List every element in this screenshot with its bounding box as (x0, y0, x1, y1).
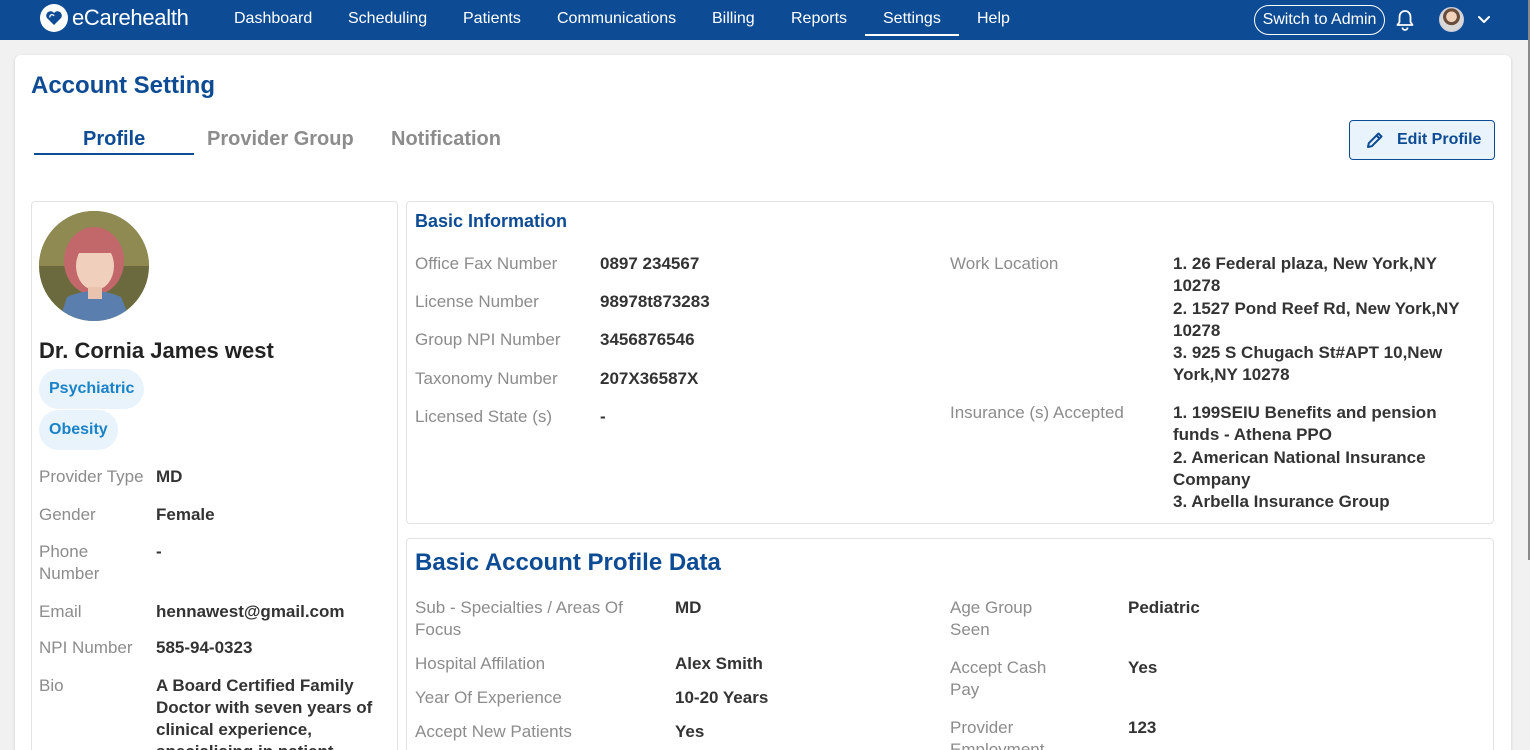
provider-employment-label: Provider Employment (950, 718, 1045, 750)
licensed-state-label: Licensed State (s) (415, 407, 553, 426)
hospital-affiliation-value: Alex Smith (675, 654, 763, 673)
provider-employment-value: 123 (1128, 718, 1157, 737)
nav-scheduling[interactable]: Scheduling (348, 0, 427, 40)
insurance-label: Insurance (s) Accepted (950, 403, 1124, 422)
age-group-value: Pediatric (1128, 598, 1200, 617)
basic-information-title: Basic Information (415, 211, 568, 231)
license-number-value: 98978t873283 (600, 292, 710, 311)
tab-provider-group[interactable]: Provider Group (207, 128, 354, 151)
sub-specialties-label: Sub - Specialties / Areas Of Focus (415, 598, 623, 639)
email-value: hennawest@gmail.com (156, 602, 345, 621)
bio-label: Bio (39, 676, 64, 695)
profile-photo (39, 211, 149, 321)
office-fax-label: Office Fax Number (415, 254, 558, 273)
npi-value: 585-94-0323 (156, 638, 253, 657)
nav-active-indicator (865, 34, 959, 36)
licensed-state-value: - (600, 407, 606, 426)
pencil-icon (1367, 132, 1383, 148)
work-location-label: Work Location (950, 254, 1059, 273)
provider-type-label: Provider Type (39, 467, 144, 486)
office-fax-value: 0897 234567 (600, 254, 700, 273)
experience-label: Year Of Experience (415, 688, 562, 707)
taxonomy-label: Taxonomy Number (415, 369, 558, 388)
provider-name: Dr. Cornia James west (39, 338, 274, 363)
specialty-chip-obesity: Obesity (39, 410, 118, 450)
phone-label: Phone Number (39, 542, 100, 583)
account-profile-title: Basic Account Profile Data (415, 549, 721, 576)
age-group-label: Age Group Seen (950, 598, 1033, 639)
nav-reports[interactable]: Reports (791, 0, 847, 40)
nav-billing[interactable]: Billing (712, 0, 755, 40)
provider-type-value: MD (156, 467, 183, 486)
tab-active-indicator (34, 153, 194, 155)
accept-cash-value: Yes (1128, 658, 1158, 677)
chevron-down-icon[interactable] (1476, 11, 1492, 27)
edit-profile-label: Edit Profile (1397, 131, 1482, 148)
accept-cash-label: Accept Cash Pay (950, 658, 1047, 699)
nav-communications[interactable]: Communications (557, 0, 676, 40)
group-npi-value: 3456876546 (600, 330, 695, 349)
page-title: Account Setting (31, 72, 215, 99)
accept-new-patients-value: Yes (675, 722, 705, 741)
license-number-label: License Number (415, 292, 539, 311)
work-location-value: 1. 26 Federal plaza, New York,NY 10278 2… (1173, 254, 1460, 385)
switch-to-admin-button[interactable]: Switch to Admin (1254, 5, 1385, 35)
group-npi-label: Group NPI Number (415, 330, 561, 349)
npi-label: NPI Number (39, 638, 133, 657)
hospital-affiliation-label: Hospital Affilation (415, 654, 546, 673)
phone-value: - (156, 542, 162, 561)
accept-new-patients-label: Accept New Patients (415, 722, 572, 741)
user-avatar[interactable] (1439, 7, 1464, 32)
experience-value: 10-20 Years (675, 688, 769, 707)
specialty-chip-psychiatric: Psychiatric (39, 369, 145, 409)
top-navbar: eCarehealth Dashboard Scheduling Patient… (0, 0, 1528, 40)
nav-patients[interactable]: Patients (463, 0, 521, 40)
bell-icon[interactable] (1395, 9, 1415, 31)
gender-label: Gender (39, 505, 96, 524)
taxonomy-value: 207X36587X (600, 369, 699, 388)
nav-help[interactable]: Help (977, 0, 1010, 40)
gender-value: Female (156, 505, 215, 524)
sub-specialties-value: MD (675, 598, 702, 617)
app-brand-name: eCarehealth (72, 5, 189, 30)
tab-profile[interactable]: Profile (83, 128, 145, 151)
email-label: Email (39, 602, 82, 621)
insurance-value: 1. 199SEIU Benefits and pension funds - … (1173, 403, 1437, 512)
bio-value: A Board Certified Family Doctor with sev… (156, 676, 373, 750)
nav-dashboard[interactable]: Dashboard (234, 0, 312, 40)
app-logo[interactable]: eCarehealth (40, 3, 189, 33)
edit-profile-button[interactable]: Edit Profile (1349, 120, 1495, 160)
heart-logo-icon (40, 4, 68, 32)
tab-notification[interactable]: Notification (391, 128, 501, 151)
